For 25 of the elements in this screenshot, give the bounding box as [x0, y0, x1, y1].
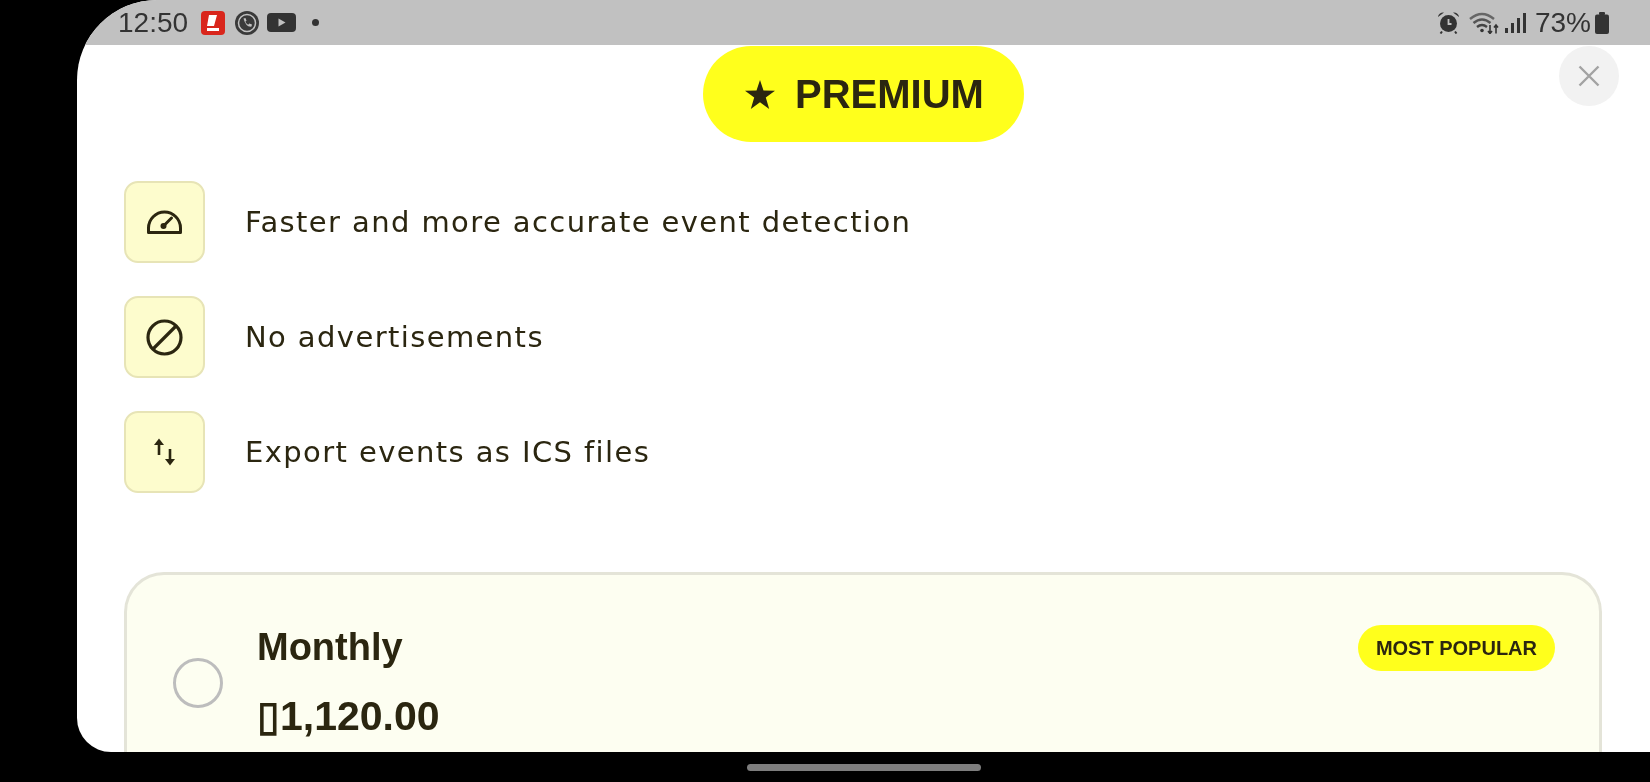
radio-button[interactable] [173, 657, 223, 708]
home-indicator[interactable] [746, 763, 981, 771]
wifi-icon [1468, 11, 1500, 34]
notification-dot-icon [312, 19, 320, 26]
feature-text: Faster and more accurate event detection [245, 205, 912, 239]
status-time: 12:50 [118, 8, 189, 37]
battery-percent: 73% [1534, 8, 1591, 37]
app-logo-icon [201, 10, 226, 35]
premium-title: PREMIUM [795, 74, 984, 114]
gauge-icon [124, 181, 205, 263]
up-down-arrows-icon [124, 411, 205, 493]
plan-name: Monthly [257, 625, 403, 669]
feature-text: No advertisements [245, 320, 544, 354]
alarm-clock-icon [1436, 11, 1460, 34]
close-icon [1578, 65, 1600, 87]
battery-icon [1595, 11, 1609, 34]
plan-price: ▯1,120.00 [257, 693, 440, 740]
feature-text: Export events as ICS files [245, 435, 651, 469]
signal-icon [1504, 12, 1526, 33]
plan-card[interactable]: Monthly ▯1,120.00 MOST POPULAR [124, 572, 1602, 752]
popular-badge: MOST POPULAR [1357, 625, 1555, 671]
phone-icon [235, 10, 260, 35]
blocked-icon [124, 296, 205, 378]
star-icon [745, 79, 776, 109]
play-icon [267, 13, 297, 32]
